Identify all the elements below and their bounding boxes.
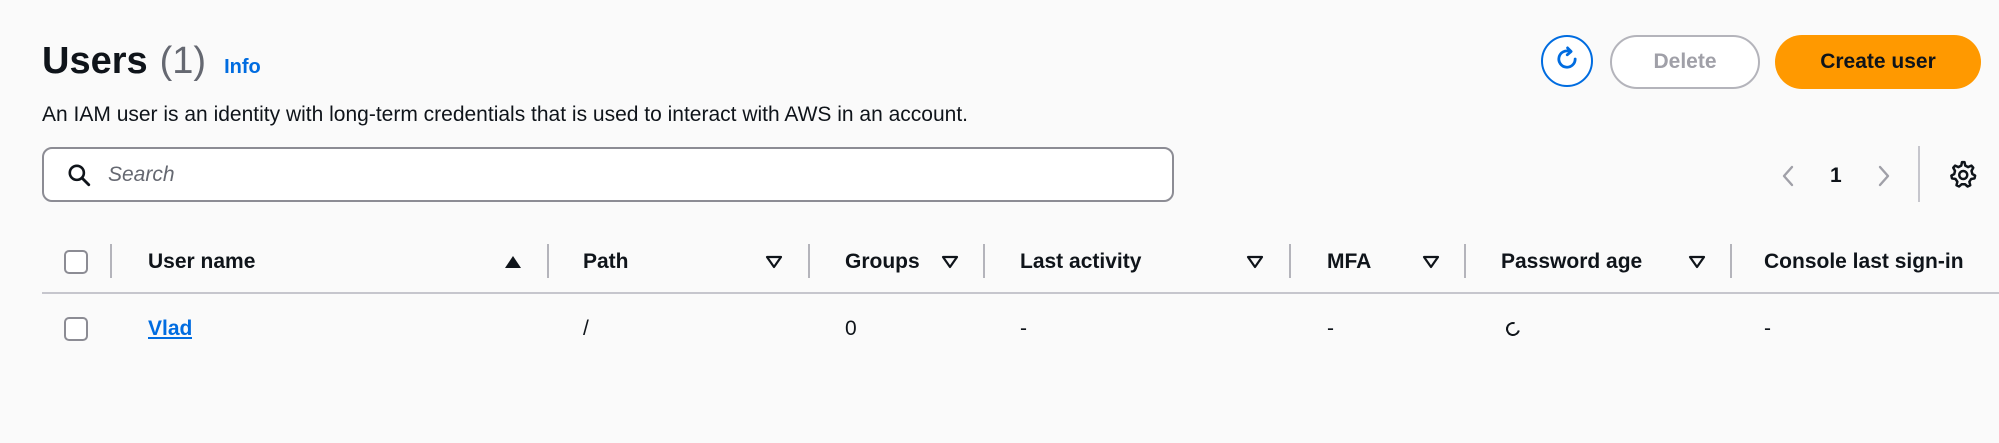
page-number[interactable]: 1 bbox=[1830, 164, 1842, 188]
console-last-sign-in-cell: - bbox=[1764, 317, 1771, 340]
column-divider[interactable] bbox=[1464, 244, 1466, 278]
user-name-link[interactable]: Vlad bbox=[148, 317, 192, 341]
column-divider[interactable] bbox=[983, 244, 985, 278]
search-input[interactable] bbox=[106, 161, 1160, 188]
user-count: (1) bbox=[159, 40, 207, 82]
page-title: Users bbox=[42, 40, 148, 82]
search-icon bbox=[66, 162, 92, 188]
sort-descending-icon[interactable] bbox=[1422, 232, 1440, 292]
password-age-cell bbox=[1506, 294, 1520, 364]
column-header-mfa[interactable]: MFA bbox=[1327, 232, 1407, 292]
table-settings-button[interactable] bbox=[1944, 156, 1980, 196]
pagination-divider bbox=[1918, 146, 1920, 202]
sort-ascending-icon[interactable] bbox=[504, 232, 522, 292]
last-activity-cell: - bbox=[1020, 317, 1027, 340]
refresh-icon bbox=[1553, 45, 1581, 78]
path-cell: / bbox=[583, 317, 589, 340]
sort-descending-icon[interactable] bbox=[1246, 232, 1264, 292]
pagination: 1 bbox=[1776, 156, 1896, 196]
column-header-console-last-sign-in[interactable]: Console last sign-in bbox=[1764, 232, 1999, 292]
sort-descending-icon[interactable] bbox=[941, 232, 959, 292]
column-header-path[interactable]: Path bbox=[583, 232, 703, 292]
table-header-row: User name Path Groups Last activity MFA bbox=[42, 232, 1999, 294]
info-link[interactable]: Info bbox=[224, 56, 261, 79]
page-description: An IAM user is an identity with long-ter… bbox=[42, 103, 968, 126]
sort-descending-icon[interactable] bbox=[1688, 232, 1706, 292]
chevron-left-icon[interactable] bbox=[1776, 156, 1800, 196]
row-checkbox[interactable] bbox=[64, 317, 88, 341]
column-header-password-age[interactable]: Password age bbox=[1501, 232, 1681, 292]
gear-icon bbox=[1947, 159, 1977, 194]
column-divider[interactable] bbox=[808, 244, 810, 278]
select-all-checkbox[interactable] bbox=[64, 250, 88, 274]
select-all-cell bbox=[64, 232, 88, 292]
column-divider[interactable] bbox=[547, 244, 549, 278]
column-divider[interactable] bbox=[110, 244, 112, 278]
mfa-cell: - bbox=[1327, 317, 1334, 340]
refresh-button[interactable] bbox=[1541, 35, 1593, 87]
column-header-last-activity[interactable]: Last activity bbox=[1020, 232, 1220, 292]
loading-spinner-icon bbox=[1506, 319, 1520, 339]
create-user-button[interactable]: Create user bbox=[1775, 35, 1981, 89]
column-divider[interactable] bbox=[1289, 244, 1291, 278]
chevron-right-icon[interactable] bbox=[1872, 156, 1896, 196]
sort-descending-icon[interactable] bbox=[765, 232, 783, 292]
page-header: Users (1) Info bbox=[42, 40, 261, 83]
delete-button[interactable]: Delete bbox=[1610, 35, 1760, 89]
groups-cell: 0 bbox=[845, 317, 857, 340]
row-select-cell bbox=[64, 294, 88, 364]
column-divider[interactable] bbox=[1730, 244, 1732, 278]
column-header-user-name[interactable]: User name bbox=[148, 232, 348, 292]
users-table: User name Path Groups Last activity MFA bbox=[42, 232, 1999, 364]
users-page: Users (1) Info An IAM user is an identit… bbox=[0, 0, 1999, 443]
search-box[interactable] bbox=[42, 147, 1174, 202]
table-row: Vlad / 0 - - - bbox=[42, 294, 1999, 364]
column-header-groups[interactable]: Groups bbox=[845, 232, 923, 292]
user-name-cell: Vlad bbox=[148, 294, 192, 364]
